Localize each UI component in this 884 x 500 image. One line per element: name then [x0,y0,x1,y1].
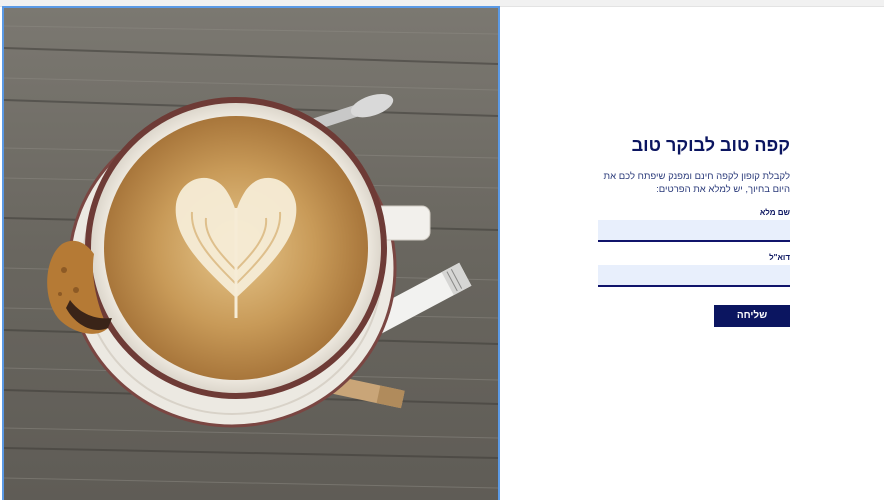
email-input[interactable] [598,265,790,287]
form-subtitle: לקבלת קופון לקפה חינם ומפנק שיפתח לכם את… [598,170,790,196]
email-label: דוא"ל [769,253,790,262]
email-field: דוא"ל [598,253,790,287]
submit-row: שליחה [598,303,790,327]
form-subtitle-line-1: לקבלת קופון לקפה חינם ומפנק שיפתח לכם את [603,171,790,182]
form-title: קפה טוב לבוקר טוב [631,135,790,155]
submit-button[interactable]: שליחה [714,305,790,327]
full-name-field: שם מלא [598,208,790,242]
full-name-label: שם מלא [759,208,790,217]
form-subtitle-line-2: היום בחיוך, יש למלא את הפרטים: [656,184,790,195]
full-name-input[interactable] [598,220,790,242]
coffee-photo-illustration [4,8,498,500]
coupon-form: קפה טוב לבוקר טוב לקבלת קופון לקפה חינם … [598,134,790,327]
hero-image [2,6,500,500]
